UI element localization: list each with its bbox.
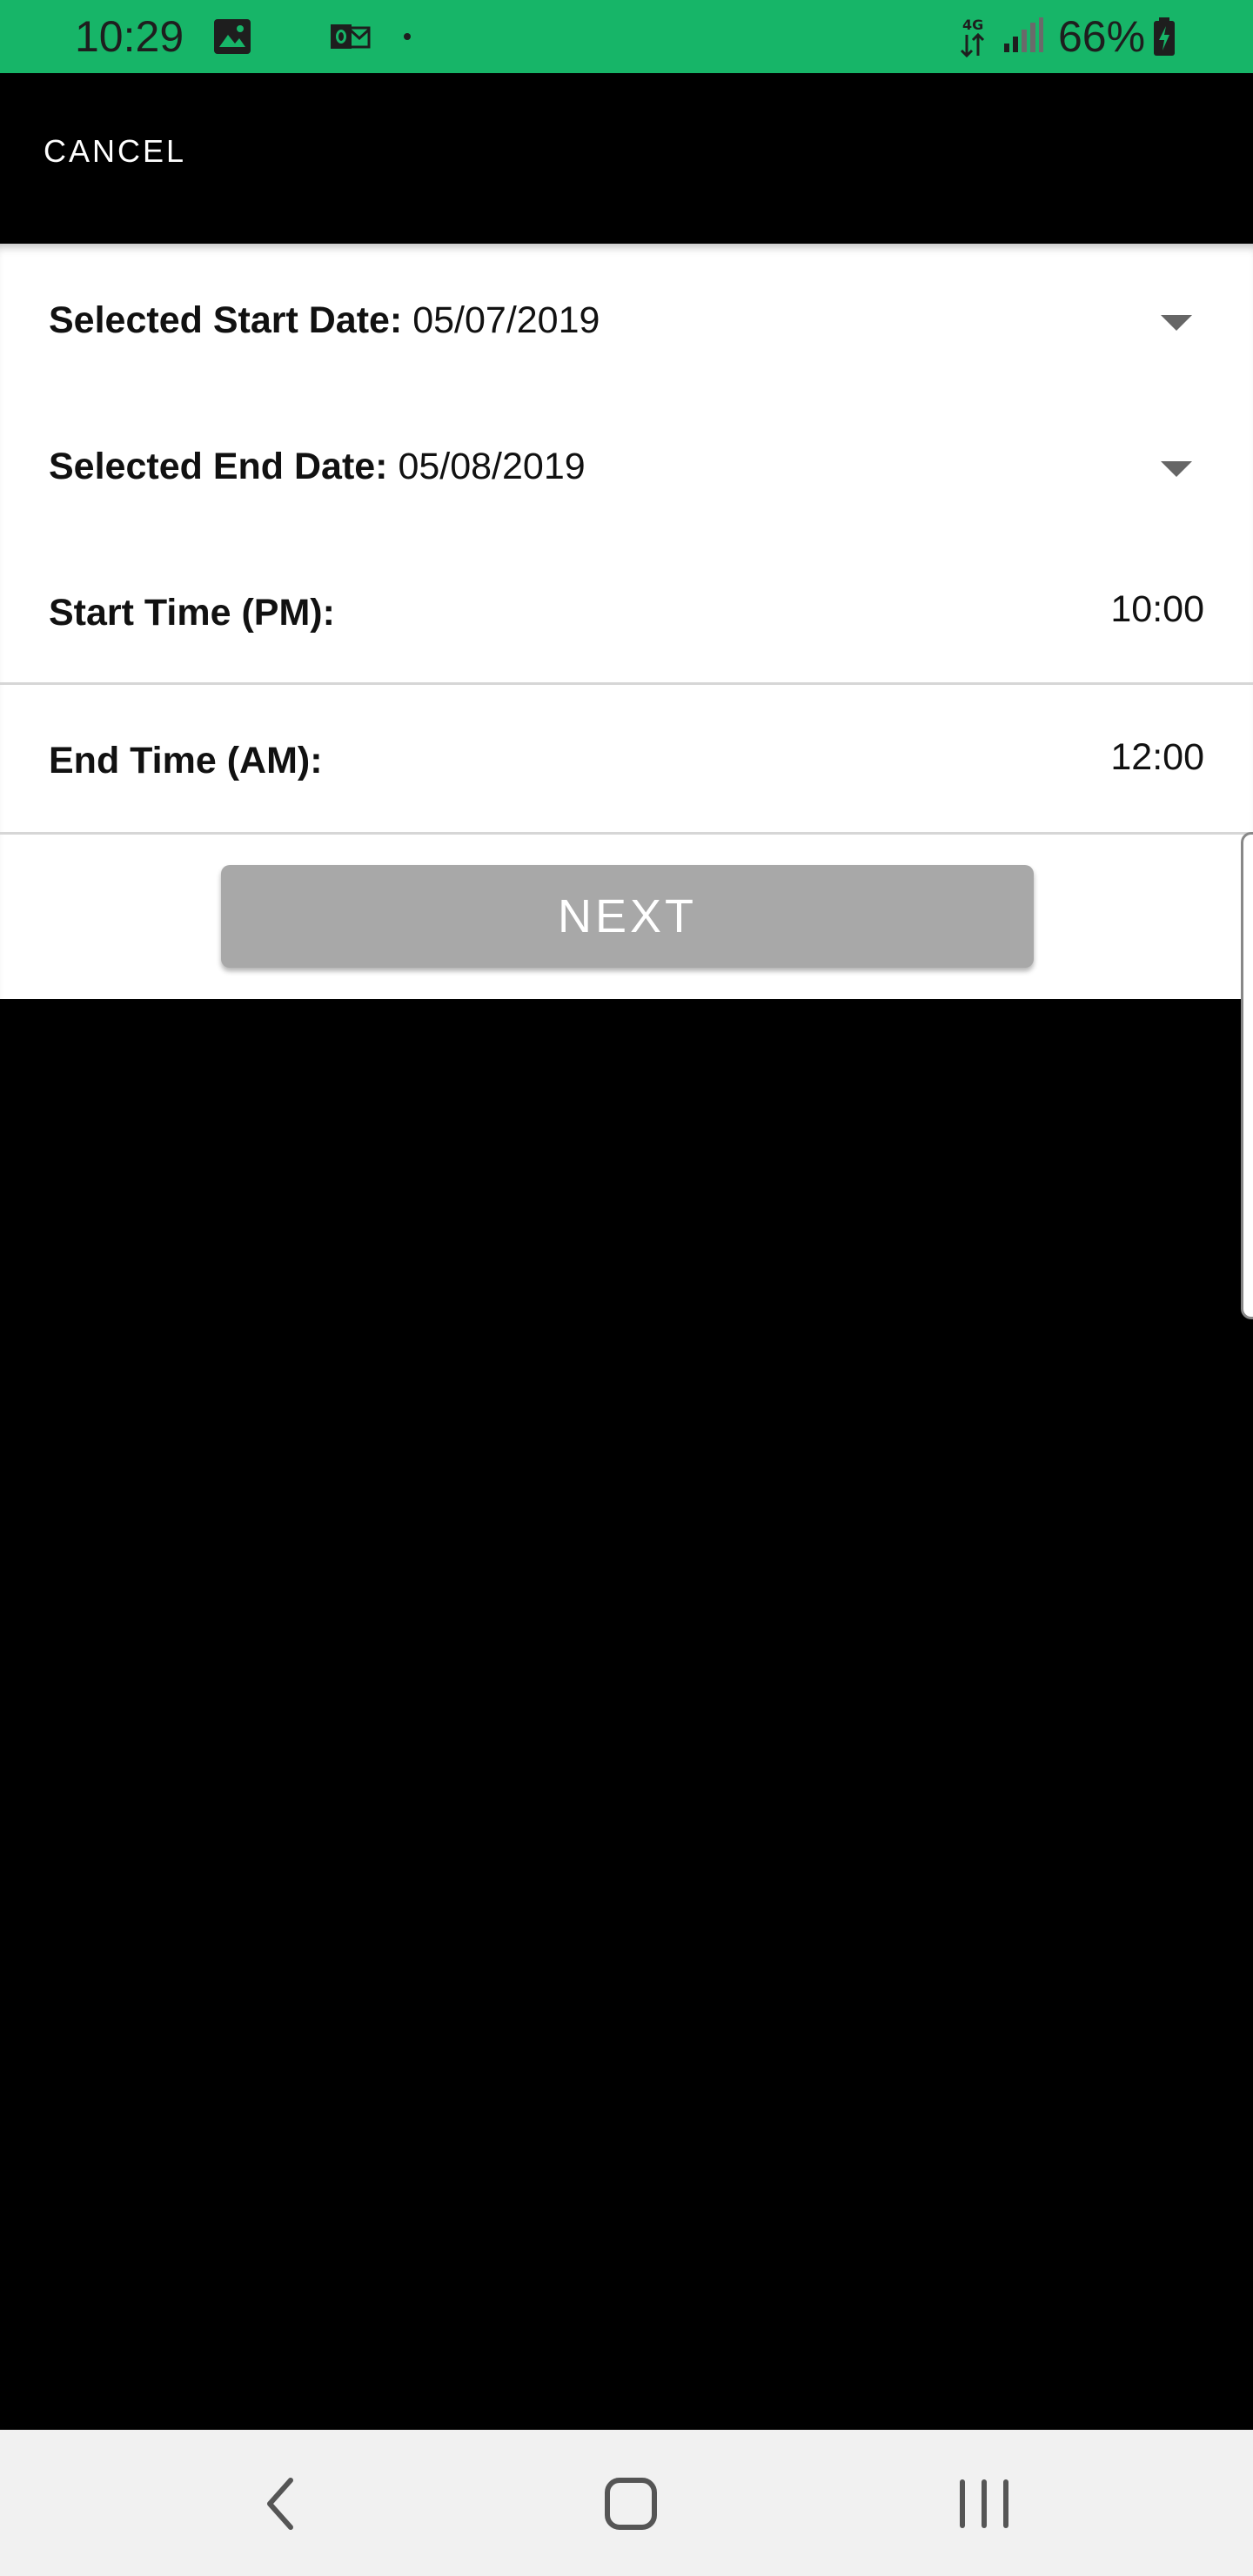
start-date-dropdown-icon[interactable] xyxy=(1161,315,1192,331)
battery-charging-icon xyxy=(1154,17,1175,56)
dot-icon xyxy=(404,33,411,40)
image-icon xyxy=(214,19,251,54)
end-time-value[interactable]: 12:00 xyxy=(1110,736,1204,779)
svg-text:4G: 4G xyxy=(962,17,983,33)
end-date-label: Selected End Date: xyxy=(49,446,388,487)
status-bar: 10:29 4G 66% xyxy=(0,0,1253,73)
start-date-text: Selected Start Date: 05/07/2019 xyxy=(49,299,600,342)
status-time: 10:29 xyxy=(75,12,184,61)
home-icon[interactable] xyxy=(600,2473,661,2534)
battery-percent: 66% xyxy=(1058,12,1146,61)
start-date-value: 05/07/2019 xyxy=(412,299,600,341)
back-icon[interactable] xyxy=(258,2473,301,2534)
end-date-row[interactable]: Selected End Date: 05/08/2019 xyxy=(0,416,1253,547)
start-time-label: Start Time (PM): xyxy=(49,592,335,634)
divider xyxy=(0,682,1253,685)
scroll-handle[interactable] xyxy=(1241,832,1253,1319)
end-date-dropdown-icon[interactable] xyxy=(1161,461,1192,477)
end-date-value: 05/08/2019 xyxy=(398,446,586,487)
next-button[interactable]: NEXT xyxy=(221,865,1034,968)
end-date-text: Selected End Date: 05/08/2019 xyxy=(49,446,586,488)
data-4g-icon: 4G xyxy=(960,17,985,58)
recents-icon[interactable] xyxy=(954,2473,1015,2534)
start-time-value[interactable]: 10:00 xyxy=(1110,588,1204,631)
start-date-row[interactable]: Selected Start Date: 05/07/2019 xyxy=(0,270,1253,400)
date-time-form: Selected Start Date: 05/07/2019 Selected… xyxy=(0,244,1253,999)
app-bar: CANCEL xyxy=(0,73,1253,244)
outlook-icon xyxy=(331,24,371,49)
cancel-button[interactable]: CANCEL xyxy=(44,127,186,176)
start-date-label: Selected Start Date: xyxy=(49,299,403,341)
start-time-row[interactable]: Start Time (PM): 10:00 xyxy=(0,562,1253,693)
end-time-row[interactable]: End Time (AM): 12:00 xyxy=(0,710,1253,841)
end-time-label: End Time (AM): xyxy=(49,740,323,782)
signal-icon xyxy=(1004,17,1043,52)
navigation-bar xyxy=(0,2430,1253,2576)
divider xyxy=(0,832,1253,835)
